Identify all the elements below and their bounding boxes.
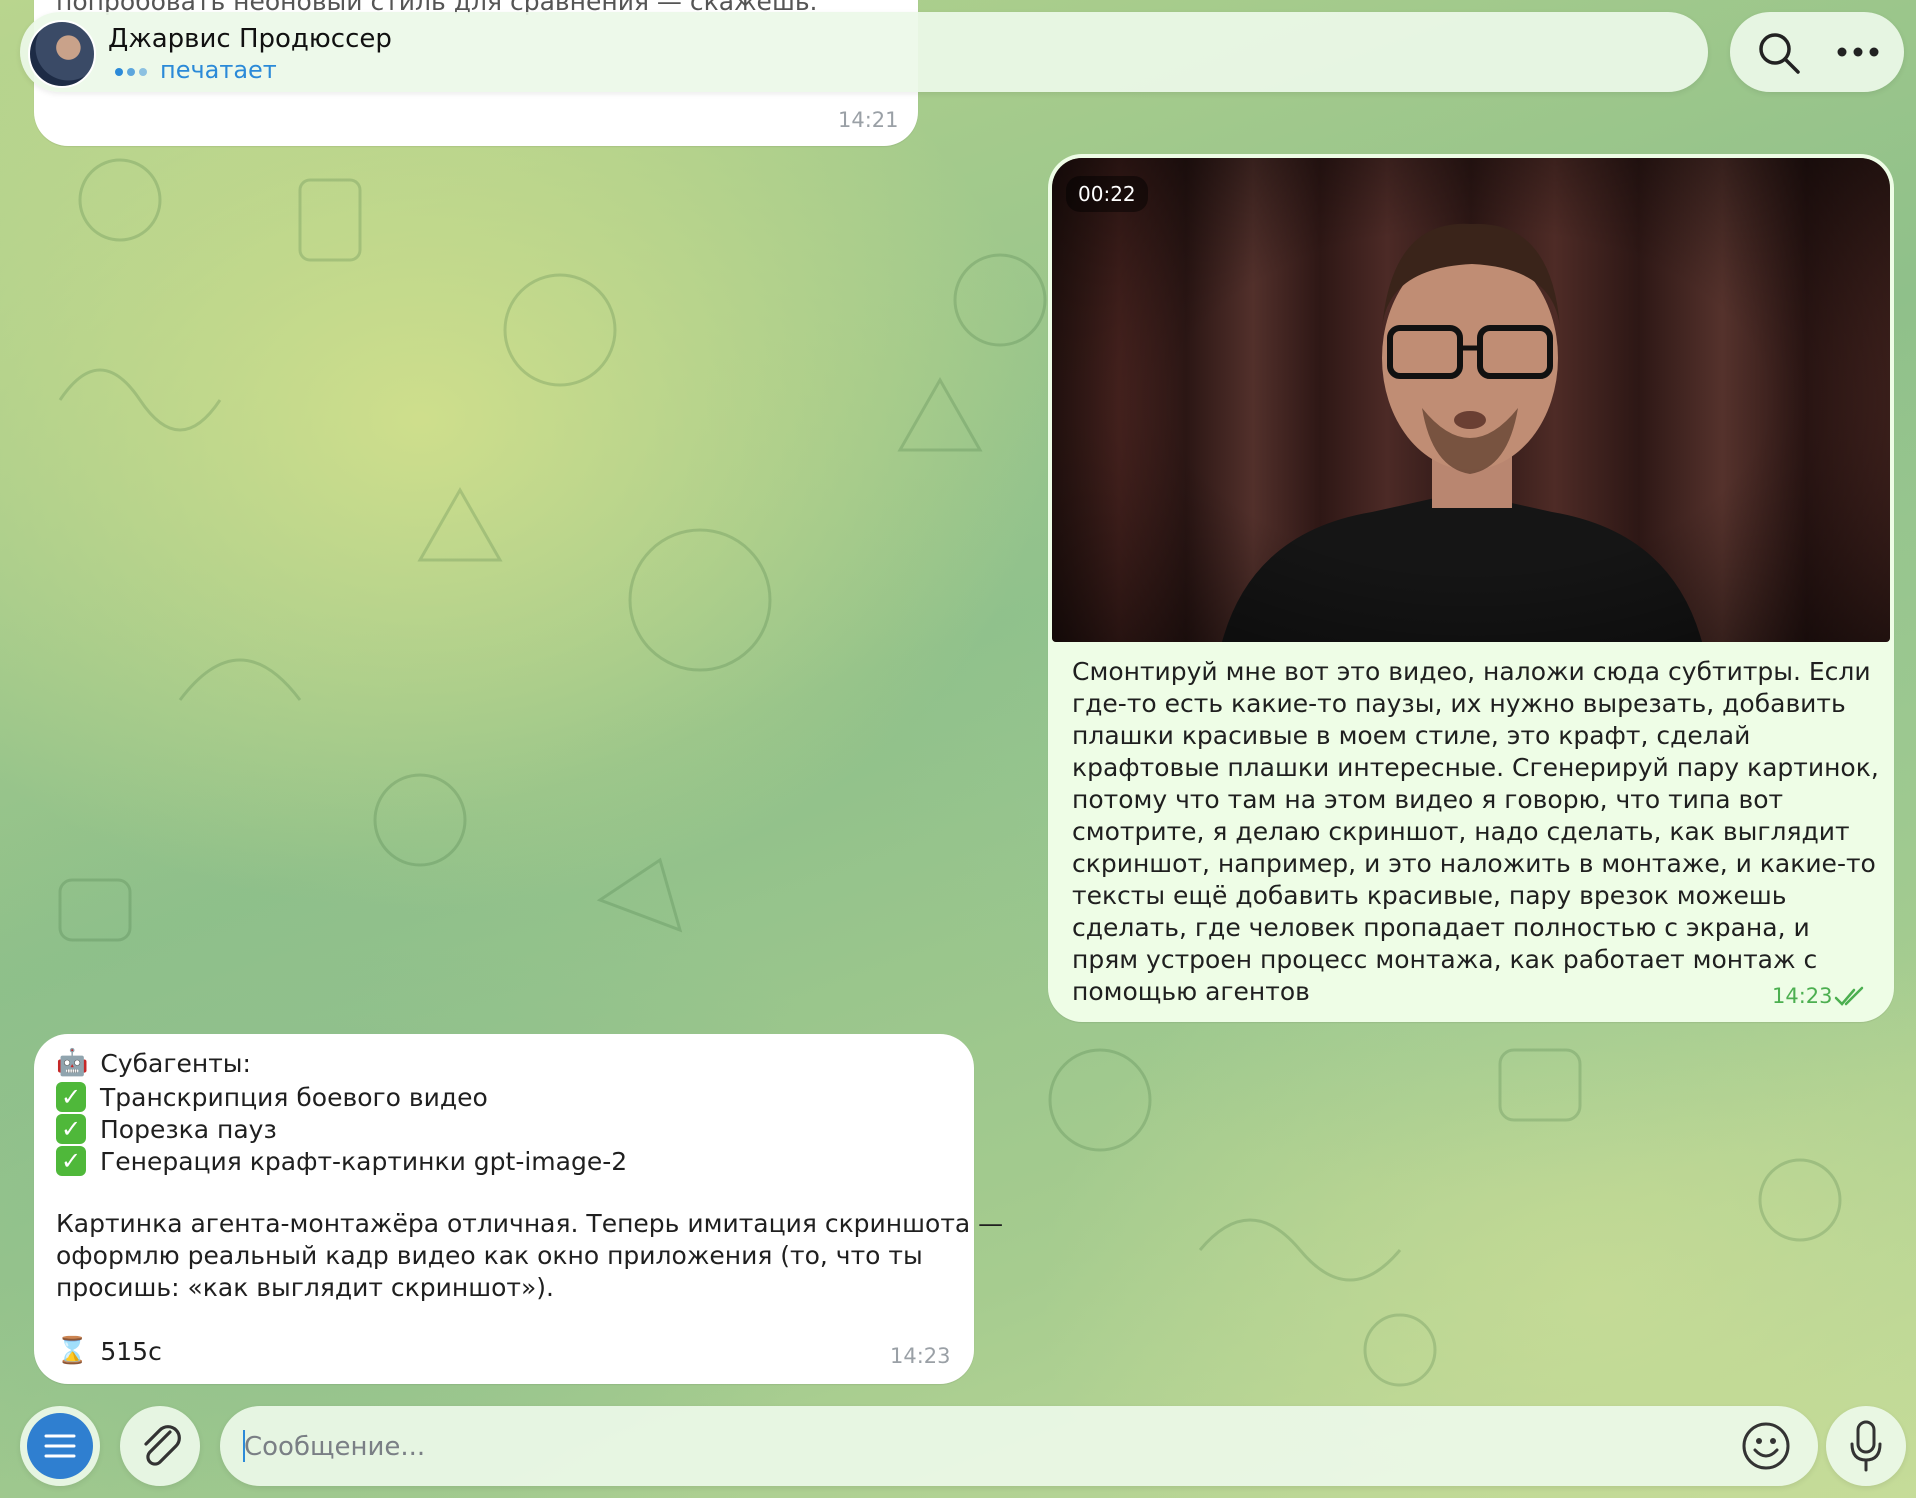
video-frame [1052,158,1890,642]
more-icon[interactable] [1836,40,1880,64]
task-list: ✓ Транскрипция боевого видео ✓ Порезка п… [56,1081,627,1177]
message-text-incoming: Картинка агента-монтажёра отличная. Тепе… [56,1209,1004,1302]
message-input[interactable] [242,1420,1726,1474]
typing-status: печатает [160,56,277,84]
text-caret [243,1430,245,1462]
attach-button[interactable] [120,1406,200,1486]
task-item: ✓ Порезка пауз [56,1113,627,1145]
menu-button[interactable] [20,1406,100,1486]
message-time-previous: 14:21 [838,108,899,132]
read-checkmarks-icon [1834,986,1864,1006]
message-text-outgoing: Смонтируй мне вот это видео, наложи сюда… [1072,657,1879,1006]
voice-button[interactable] [1826,1406,1906,1486]
task-item: ✓ Транскрипция боевого видео [56,1081,627,1113]
subagents-heading: 🤖 Субагенты: [56,1048,251,1078]
task-item: ✓ Генерация крафт-картинки gpt-image-2 [56,1145,627,1177]
robot-icon: 🤖 [56,1048,89,1078]
contact-avatar[interactable] [28,20,96,88]
elapsed-time: 515с [100,1336,162,1366]
video-attachment[interactable] [1052,158,1890,642]
check-mark-icon: ✓ [56,1114,86,1144]
search-icon[interactable] [1756,30,1802,76]
contact-name[interactable]: Джарвис Продюссер [108,24,392,54]
emoji-icon[interactable] [1740,1420,1792,1472]
task-label: Транскрипция боевого видео [100,1082,488,1112]
check-mark-icon: ✓ [56,1146,86,1176]
microphone-icon [1850,1420,1882,1472]
typing-dots-icon [115,68,147,76]
paperclip-icon [144,1425,181,1466]
elapsed-line: ⌛ 515с [56,1336,162,1366]
message-time-incoming: 14:23 [890,1344,951,1368]
task-label: Генерация крафт-картинки gpt-image-2 [100,1146,628,1176]
menu-icon [44,1434,76,1458]
video-duration-badge: 00:22 [1066,176,1148,212]
subagents-title: Субагенты: [100,1048,251,1078]
check-mark-icon: ✓ [56,1082,86,1112]
task-label: Порезка пауз [100,1114,277,1144]
hourglass-icon: ⌛ [56,1336,89,1366]
message-time-outgoing: 14:23 [1772,984,1833,1008]
